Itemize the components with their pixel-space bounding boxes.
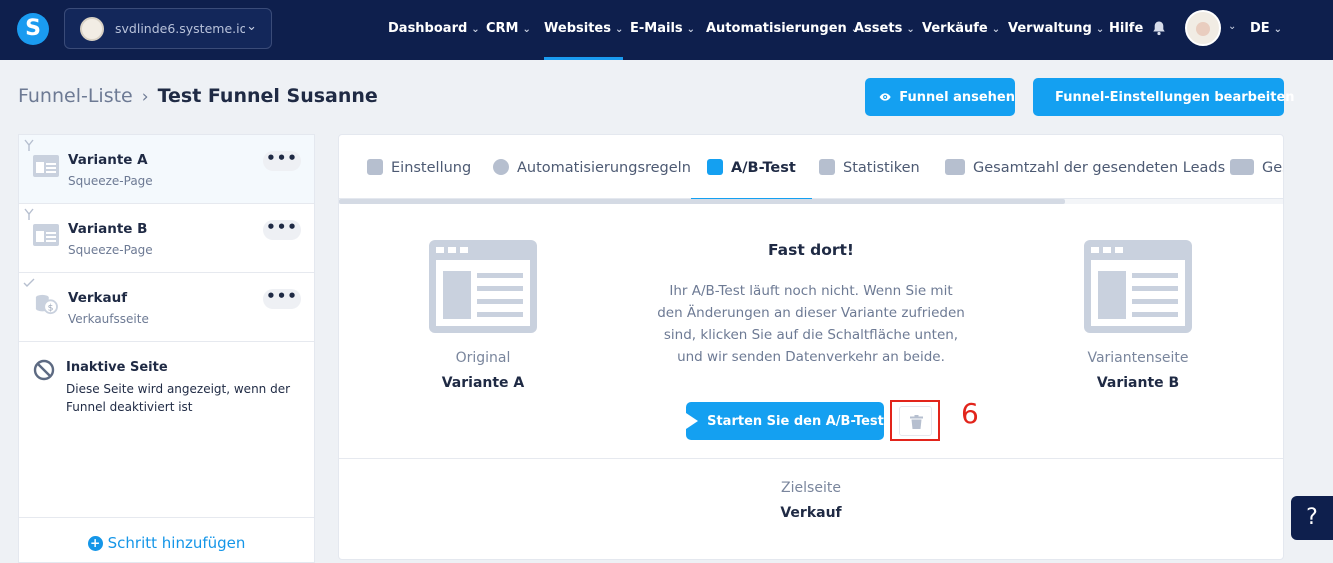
- inactive-page-step[interactable]: Inaktive Seite Diese Seite wird angezeig…: [19, 343, 314, 423]
- trash-icon: [910, 415, 923, 429]
- original-label: Original: [455, 350, 511, 366]
- step-more-options-button[interactable]: •••: [263, 151, 301, 171]
- users-icon: [945, 159, 965, 175]
- step-type: Verkaufsseite: [68, 312, 149, 326]
- nav-help[interactable]: Hilfe: [1109, 0, 1143, 60]
- sales-page-icon: $: [35, 294, 58, 315]
- chevron-down-icon[interactable]: ⌄: [1228, 21, 1236, 32]
- breadcrumb: Funnel-Liste › Test Funnel Susanne: [18, 85, 378, 107]
- tab-settings[interactable]: Einstellung: [367, 135, 471, 199]
- tab-sales-truncated[interactable]: Ges: [1230, 135, 1283, 199]
- checkmark-icon: [23, 278, 35, 287]
- squeeze-page-icon: [33, 224, 59, 246]
- step-type: Squeeze-Page: [68, 243, 153, 257]
- ab-test-panel: Einstellung Automatisierungsregeln A/B-T…: [338, 134, 1284, 560]
- nav-emails[interactable]: E-Mails ⌄: [630, 0, 695, 60]
- bar-chart-icon: [819, 159, 835, 175]
- target-page-label: Zielseite: [781, 480, 841, 496]
- chevron-down-icon: ⌄: [471, 24, 480, 35]
- scrollbar-thumb[interactable]: [339, 199, 1065, 204]
- view-funnel-button[interactable]: Funnel ansehen: [865, 78, 1015, 116]
- nav-sales[interactable]: Verkäufe ⌄: [922, 0, 1000, 60]
- add-step-button[interactable]: + Schritt hinzufügen: [19, 517, 314, 563]
- dollar-icon: [1230, 159, 1254, 175]
- nav-automations[interactable]: Automatisierungen ⌄: [706, 0, 859, 60]
- step-title: Variante A: [68, 152, 148, 168]
- nav-websites[interactable]: Websites ⌄: [544, 0, 624, 60]
- chevron-down-icon: ⌄: [614, 24, 624, 35]
- language-selector[interactable]: DE ⌄: [1250, 0, 1282, 60]
- step-title: Verkauf: [68, 290, 128, 306]
- lightning-icon: [493, 159, 509, 175]
- user-avatar[interactable]: [1185, 10, 1221, 46]
- step-tabs: Einstellung Automatisierungsregeln A/B-T…: [339, 135, 1283, 200]
- page-title: Test Funnel Susanne: [157, 85, 378, 107]
- bell-icon[interactable]: [1151, 20, 1167, 36]
- sliders-icon: [367, 159, 383, 175]
- account-name: svdlinde6.systeme.io: [115, 21, 245, 36]
- ab-test-status-text: Ihr A/B-Test läuft noch nicht. Wenn Sie …: [657, 283, 965, 365]
- funnel-step-verkauf[interactable]: $ Verkauf Verkaufsseite •••: [19, 273, 314, 342]
- step-title: Variante B: [68, 221, 148, 237]
- tabs-scrollbar[interactable]: [339, 199, 1283, 204]
- divider: [339, 458, 1283, 459]
- split-icon: [707, 159, 723, 175]
- chevron-down-icon: ⌄: [246, 19, 257, 34]
- svg-text:$: $: [48, 302, 54, 313]
- original-variant-name: Variante A: [441, 375, 525, 391]
- squeeze-page-icon: [33, 155, 59, 177]
- chevron-right-icon: ›: [141, 87, 149, 107]
- account-avatar: [80, 17, 104, 41]
- target-page-name: Verkauf: [780, 505, 842, 521]
- play-icon: [686, 413, 699, 429]
- split-icon: [24, 139, 34, 151]
- start-ab-test-button[interactable]: Starten Sie den A/B-Test: [686, 402, 884, 440]
- plus-circle-icon: +: [87, 536, 103, 551]
- original-page-icon: [429, 240, 537, 333]
- tab-total-leads[interactable]: Gesamtzahl der gesendeten Leads: [945, 135, 1225, 199]
- chevron-down-icon: ⌄: [686, 24, 696, 35]
- delete-variant-button[interactable]: [890, 400, 940, 441]
- tab-ab-test[interactable]: A/B-Test: [691, 135, 812, 200]
- tab-automation-rules[interactable]: Automatisierungsregeln: [493, 135, 691, 199]
- edit-funnel-settings-button[interactable]: Funnel-Einstellungen bearbeiten: [1033, 78, 1295, 116]
- eye-icon: [879, 93, 891, 101]
- step-more-options-button[interactable]: •••: [263, 289, 301, 309]
- funnel-steps-sidebar: Variante A Squeeze-Page ••• Variante B S…: [18, 134, 315, 563]
- nav-assets[interactable]: Assets ⌄: [854, 0, 915, 60]
- ab-test-status-title: Fast dort!: [767, 241, 855, 259]
- chevron-down-icon: ⌄: [522, 24, 531, 35]
- variant-page-icon: [1084, 240, 1192, 333]
- nav-crm[interactable]: CRM ⌄: [486, 0, 531, 60]
- chevron-down-icon: ⌄: [1095, 24, 1105, 35]
- chevron-down-icon: ⌄: [991, 24, 1001, 35]
- top-navigation-bar: S svdlinde6.systeme.io ⌄ Dashboard ⌄ CRM ⌄…: [0, 0, 1333, 60]
- funnel-step-variante-a[interactable]: Variante A Squeeze-Page •••: [19, 135, 314, 204]
- nav-dashboard[interactable]: Dashboard ⌄: [388, 0, 480, 60]
- split-icon: [24, 208, 34, 220]
- chevron-down-icon: ⌄: [1273, 24, 1283, 35]
- step-more-options-button[interactable]: •••: [263, 220, 301, 240]
- chevron-down-icon: ⌄: [906, 24, 915, 35]
- help-button[interactable]: ?: [1291, 496, 1333, 540]
- step-type: Squeeze-Page: [68, 174, 153, 188]
- account-switcher[interactable]: svdlinde6.systeme.io ⌄: [64, 8, 272, 49]
- nav-administration[interactable]: Verwaltung ⌄: [1008, 0, 1104, 60]
- systeme-logo-icon[interactable]: S: [17, 13, 49, 45]
- tab-statistics[interactable]: Statistiken: [819, 135, 920, 199]
- variant-name: Variante B: [1096, 375, 1180, 391]
- inactive-page-title: Inaktive Seite: [66, 360, 168, 375]
- ban-icon: [33, 359, 55, 381]
- variant-label: Variantenseite: [1087, 350, 1189, 366]
- annotation-step-number: 6: [961, 397, 979, 430]
- breadcrumb-funnel-list[interactable]: Funnel-Liste: [18, 85, 133, 107]
- funnel-step-variante-b[interactable]: Variante B Squeeze-Page •••: [19, 204, 314, 273]
- inactive-page-description: Diese Seite wird angezeigt, wenn der Fun…: [66, 382, 291, 414]
